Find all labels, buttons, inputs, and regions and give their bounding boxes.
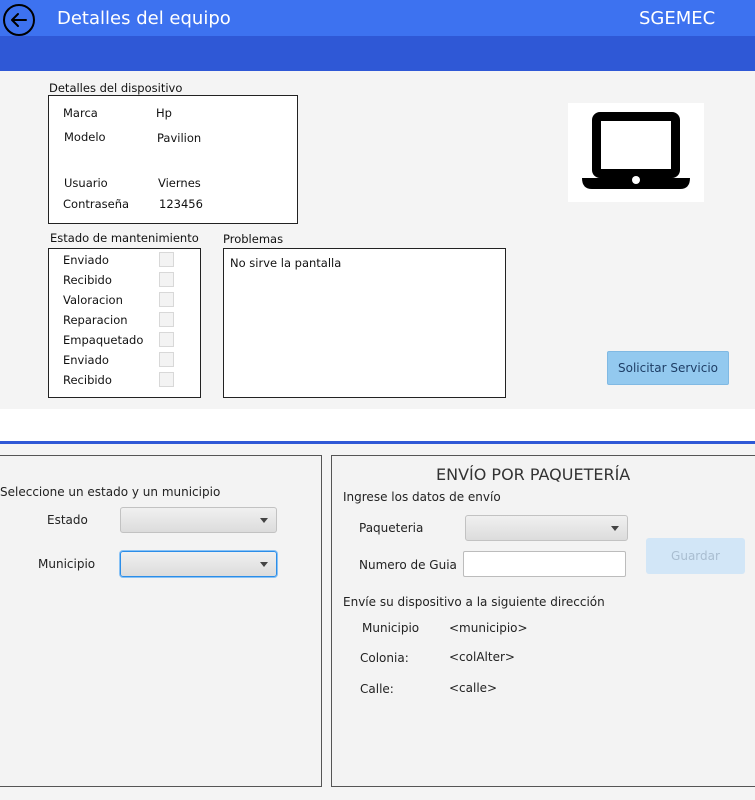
- step-checkbox[interactable]: [159, 332, 174, 347]
- address-prompt: Envíe su dispositivo a la siguiente dire…: [343, 595, 605, 609]
- problems-textarea[interactable]: No sirve la pantalla: [223, 248, 506, 398]
- address-calle-value: <calle>: [449, 681, 498, 695]
- municipio-label: Municipio: [38, 557, 96, 571]
- maintenance-section-label: Estado de mantenimiento: [50, 231, 199, 245]
- step-label: Recibido: [63, 373, 112, 387]
- modelo-label: Modelo: [64, 130, 106, 144]
- arrow-left-icon: [11, 13, 27, 27]
- solicitar-servicio-button[interactable]: Solicitar Servicio: [607, 351, 729, 385]
- chevron-down-icon: [260, 562, 268, 567]
- problems-text: No sirve la pantalla: [230, 256, 342, 270]
- paqueteria-label: Paqueteria: [359, 521, 424, 535]
- guia-input[interactable]: [463, 551, 626, 577]
- guardar-button[interactable]: Guardar: [646, 538, 745, 574]
- back-button[interactable]: [3, 4, 35, 36]
- estado-select[interactable]: [120, 507, 277, 533]
- header-subbar: [0, 36, 755, 71]
- paqueteria-select[interactable]: [465, 515, 628, 541]
- password-label: Contraseña: [63, 197, 130, 211]
- laptop-icon: [582, 112, 690, 189]
- guia-label: Numero de Guia: [359, 558, 457, 572]
- usuario-value: Viernes: [158, 176, 201, 190]
- brand-label: SGEMEC: [639, 8, 716, 29]
- step-label: Enviado: [63, 253, 109, 267]
- page-title: Detalles del equipo: [57, 8, 231, 29]
- estado-label: Estado: [47, 513, 88, 527]
- address-colonia-label: Colonia:: [360, 651, 409, 665]
- modelo-value: Pavilion: [157, 131, 202, 145]
- step-label: Enviado: [63, 353, 109, 367]
- step-checkbox[interactable]: [159, 372, 174, 387]
- marca-value: Hp: [156, 106, 172, 120]
- chevron-down-icon: [260, 518, 268, 523]
- step-checkbox[interactable]: [159, 252, 174, 267]
- step-label: Reparacion: [63, 313, 128, 327]
- step-checkbox[interactable]: [159, 352, 174, 367]
- step-label: Empaquetado: [63, 333, 144, 347]
- password-value: 123456: [159, 197, 203, 211]
- address-colonia-value: <colAlter>: [449, 650, 515, 664]
- address-calle-label: Calle:: [360, 682, 394, 696]
- address-municipio-label: Municipio: [362, 621, 420, 635]
- shipping-prompt: Ingrese los datos de envío: [343, 490, 501, 504]
- usuario-label: Usuario: [64, 176, 108, 190]
- location-panel: [0, 455, 322, 787]
- chevron-down-icon: [611, 526, 619, 531]
- step-checkbox[interactable]: [159, 272, 174, 287]
- section-gap: [0, 409, 755, 441]
- problems-label: Problemas: [223, 232, 284, 246]
- step-label: Recibido: [63, 273, 112, 287]
- marca-label: Marca: [63, 106, 98, 120]
- device-section-label: Detalles del dispositivo: [49, 81, 183, 95]
- shipping-title: ENVÍO POR PAQUETERÍA: [436, 465, 631, 484]
- step-checkbox[interactable]: [159, 292, 174, 307]
- municipio-select[interactable]: [120, 551, 277, 577]
- location-prompt: Seleccione un estado y un municipio: [0, 485, 221, 499]
- step-label: Valoracion: [63, 293, 123, 307]
- address-municipio-value: <municipio>: [449, 621, 528, 635]
- device-image: [568, 103, 704, 202]
- step-checkbox[interactable]: [159, 312, 174, 327]
